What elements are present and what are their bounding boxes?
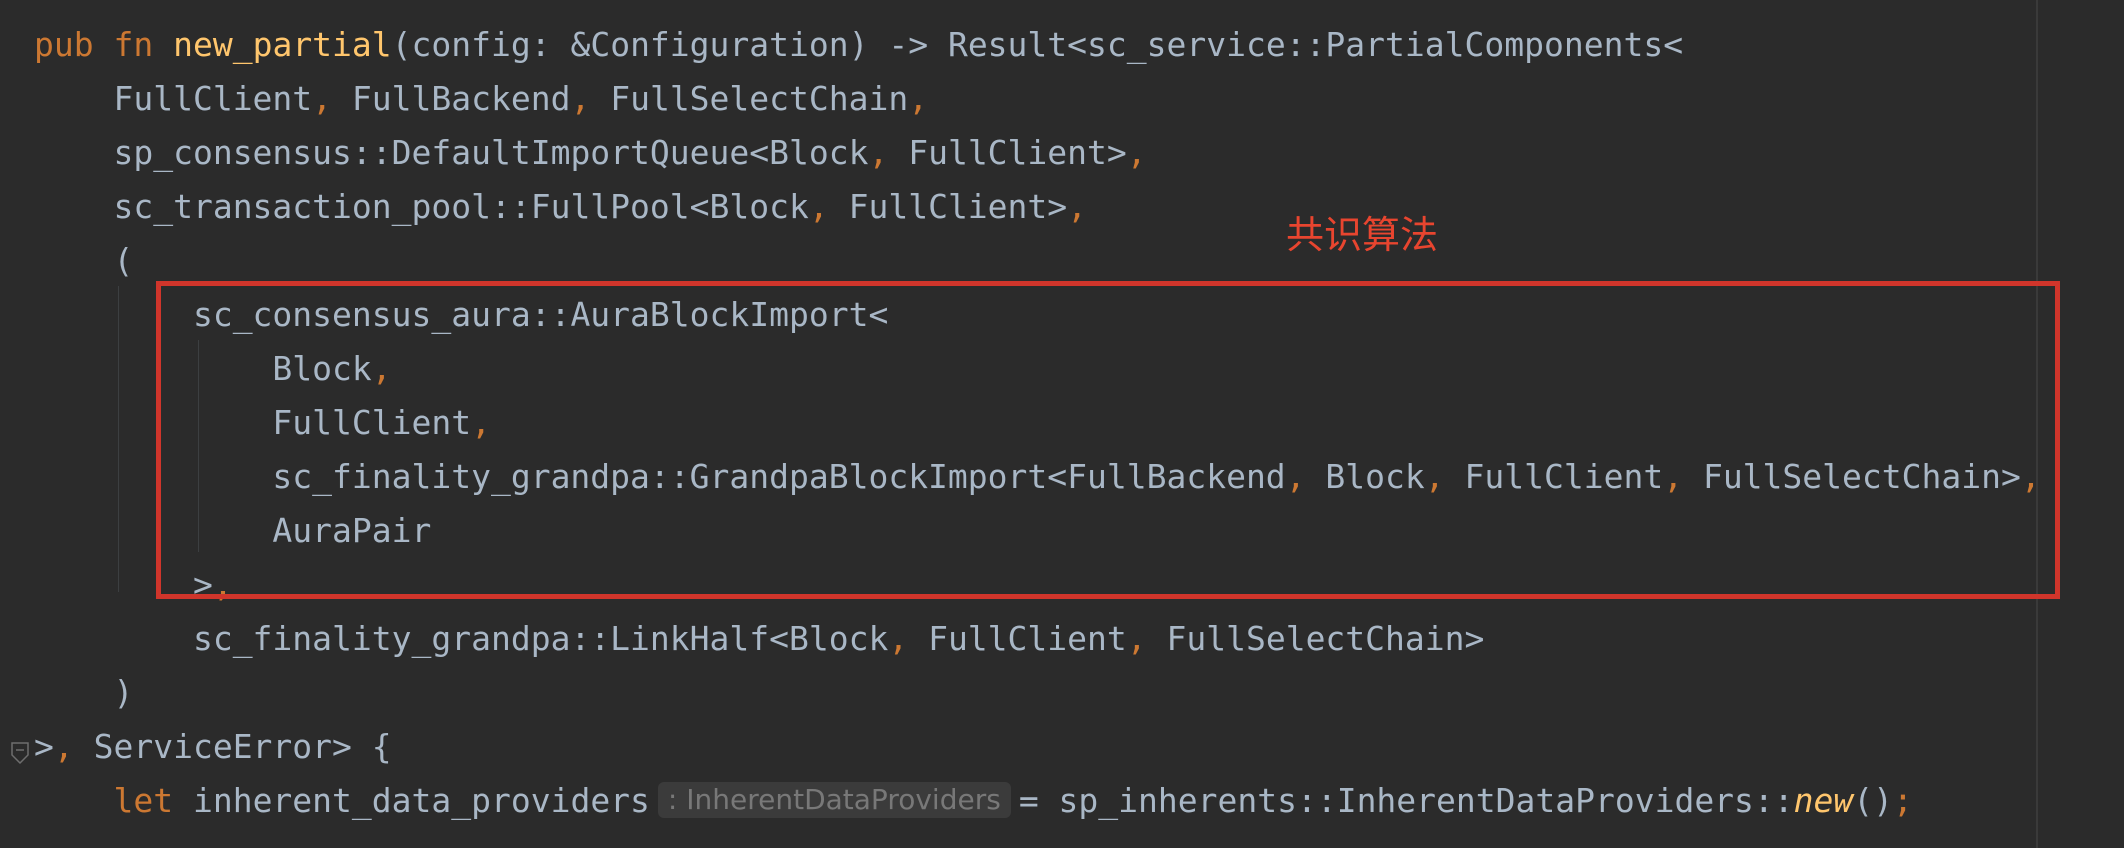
code-token: ( (113, 241, 134, 280)
code-token: FullClient> (888, 133, 1127, 172)
code-token: FullSelectChain (590, 79, 909, 118)
code-line-14[interactable]: >, ServiceError> { (34, 720, 392, 774)
punctuation: , (808, 187, 829, 226)
punctuation: , (908, 79, 929, 118)
code-line-4[interactable]: sc_transaction_pool::FullPool<Block, Ful… (34, 180, 1087, 234)
punctuation: , (868, 133, 889, 172)
code-line-15[interactable]: let inherent_data_providers: InherentDat… (34, 774, 1913, 828)
code-token: (config: &Configuration) -> Result<sc_se… (391, 25, 1684, 64)
inlay-type-hint: : InherentDataProviders (657, 782, 1011, 818)
code-token: FullBackend (332, 79, 571, 118)
punctuation: , (312, 79, 333, 118)
code-token: () (1853, 781, 1894, 820)
punctuation: , (1126, 619, 1147, 658)
code-token: > (34, 727, 54, 766)
annotation-label: 共识算法 (1286, 213, 1439, 257)
code-line-2[interactable]: FullClient, FullBackend, FullSelectChain… (34, 72, 928, 126)
fold-icon[interactable] (10, 734, 30, 765)
code-token: sc_finality_grandpa::LinkHalf<Block (192, 619, 889, 658)
punctuation: ; (1893, 781, 1913, 820)
code-line-5[interactable]: ( (34, 234, 133, 288)
code-token: = sp_inherents::InherentDataProviders:: (1018, 781, 1794, 820)
code-line-1[interactable]: pub fn new_partial(config: &Configuratio… (34, 18, 1683, 72)
code-token: ServiceError> { (73, 727, 392, 766)
keyword-let: let (113, 781, 174, 820)
punctuation: , (888, 619, 909, 658)
punctuation: , (570, 79, 591, 118)
punctuation: , (1126, 133, 1147, 172)
punctuation: , (1067, 187, 1088, 226)
code-token: ) (113, 673, 134, 712)
code-token: sc_transaction_pool::FullPool<Block (113, 187, 809, 226)
annotation-highlight-box (156, 281, 2060, 599)
code-token: FullClient (908, 619, 1127, 658)
code-editor[interactable]: pub fn new_partial(config: &Configuratio… (0, 0, 2124, 848)
code-token: FullClient (113, 79, 313, 118)
code-token: sp_consensus::DefaultImportQueue<Block (113, 133, 869, 172)
code-token: FullClient> (828, 187, 1068, 226)
code-token: FullSelectChain> (1146, 619, 1485, 658)
code-token: inherent_data_providers (173, 781, 650, 820)
code-line-13[interactable]: ) (34, 666, 133, 720)
code-line-3[interactable]: sp_consensus::DefaultImportQueue<Block, … (34, 126, 1147, 180)
punctuation: , (53, 727, 74, 766)
keyword-pub: pub (34, 25, 94, 64)
method-new: new (1793, 781, 1854, 820)
code-line-12[interactable]: sc_finality_grandpa::LinkHalf<Block, Ful… (34, 612, 1484, 666)
function-name: new_partial (173, 25, 392, 64)
keyword-fn: fn (113, 25, 154, 64)
